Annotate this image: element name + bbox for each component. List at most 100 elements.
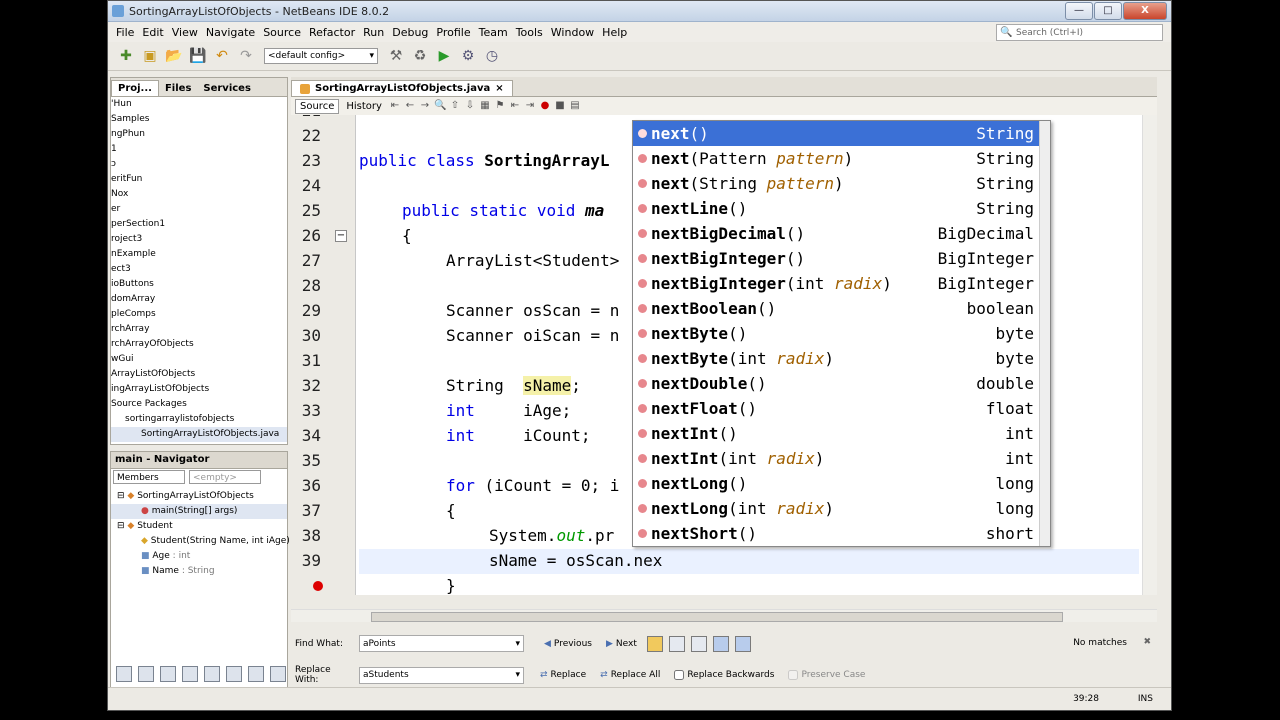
new-project-icon[interactable]: ▣: [140, 46, 160, 66]
tree-item[interactable]: ioButtons: [111, 277, 287, 292]
nav-item[interactable]: ■ Age : int: [111, 549, 287, 564]
next-occurrence-icon[interactable]: ⇩: [464, 100, 476, 112]
next-button[interactable]: ▶ Next: [602, 639, 641, 649]
completion-item[interactable]: next(Pattern pattern) String: [633, 146, 1050, 171]
completion-item[interactable]: next() String: [633, 121, 1050, 146]
maximize-button[interactable]: □: [1094, 2, 1122, 20]
menu-run[interactable]: Run: [359, 26, 388, 39]
record-macro-icon[interactable]: ●: [539, 100, 551, 112]
tree-item[interactable]: pleComps: [111, 307, 287, 322]
wrap-toggle[interactable]: [734, 635, 751, 652]
back-icon[interactable]: ←: [404, 100, 416, 112]
menu-team[interactable]: Team: [475, 26, 512, 39]
tree-item[interactable]: wGui: [111, 352, 287, 367]
tab-services[interactable]: Services: [197, 81, 257, 96]
tree-item[interactable]: perSection1: [111, 217, 287, 232]
whole-words-toggle[interactable]: [668, 635, 685, 652]
menu-debug[interactable]: Debug: [388, 26, 432, 39]
minimize-button[interactable]: —: [1065, 2, 1093, 20]
completion-item[interactable]: nextInt() int: [633, 421, 1050, 446]
tab-files[interactable]: Files: [159, 81, 197, 96]
completion-item[interactable]: nextBigDecimal() BigDecimal: [633, 221, 1050, 246]
close-find-icon[interactable]: ✖: [1143, 637, 1151, 647]
tree-item[interactable]: Samples: [111, 112, 287, 127]
menu-file[interactable]: File: [112, 26, 138, 39]
nav-item[interactable]: ⊟ ◆ SortingArrayListOfObjects: [111, 489, 287, 504]
tree-item[interactable]: ɔ: [111, 157, 287, 172]
menu-window[interactable]: Window: [547, 26, 598, 39]
completion-item[interactable]: nextShort() short: [633, 521, 1050, 546]
nav-item[interactable]: ■ Name : String: [111, 564, 287, 579]
completion-item[interactable]: next(String pattern) String: [633, 171, 1050, 196]
previous-button[interactable]: ◀ Previous: [540, 639, 596, 649]
config-select[interactable]: <default config> ▾: [264, 48, 378, 64]
replace-all-button[interactable]: ⇄ Replace All: [596, 670, 664, 680]
nav-item[interactable]: ● main(String[] args): [111, 504, 287, 519]
prev-occurrence-icon[interactable]: ⇧: [449, 100, 461, 112]
scroll-thumb[interactable]: [371, 612, 1063, 622]
tree-item[interactable]: ingArrayListOfObjects: [111, 382, 287, 397]
empty-filter[interactable]: <empty>: [189, 470, 261, 484]
tree-item-selected[interactable]: SortingArrayListOfObjects.java: [111, 427, 287, 442]
tree-item[interactable]: 1: [111, 142, 287, 157]
tree-item[interactable]: er: [111, 202, 287, 217]
tree-item[interactable]: ArrayListOfObjects: [111, 367, 287, 382]
preserve-case-check[interactable]: [788, 670, 799, 680]
search-box[interactable]: 🔍 Search (Ctrl+I): [996, 24, 1163, 41]
toggle-bookmark-icon[interactable]: ⚑: [494, 100, 506, 112]
debug-icon[interactable]: ⚙: [458, 46, 478, 66]
new-file-icon[interactable]: ✚: [116, 46, 136, 66]
menu-navigate[interactable]: Navigate: [202, 26, 259, 39]
menu-source[interactable]: Source: [259, 26, 305, 39]
completion-item[interactable]: nextBigInteger(int radix) BigInteger: [633, 271, 1050, 296]
completion-item[interactable]: nextLong(int radix) long: [633, 496, 1050, 521]
close-button[interactable]: X: [1123, 2, 1167, 20]
comment-icon[interactable]: ▤: [569, 100, 581, 112]
profile-icon[interactable]: ◷: [482, 46, 502, 66]
preserve-case-checkbox[interactable]: Preserve Case: [784, 670, 869, 680]
tree-item[interactable]: domArray: [111, 292, 287, 307]
tree-item[interactable]: roject3: [111, 232, 287, 247]
last-edit-icon[interactable]: ⇤: [389, 100, 401, 112]
fold-toggle-icon[interactable]: −: [335, 230, 347, 242]
find-icon[interactable]: 🔍: [434, 100, 446, 112]
error-icon[interactable]: [313, 581, 323, 591]
completion-item[interactable]: nextDouble() double: [633, 371, 1050, 396]
regex-toggle[interactable]: [690, 635, 707, 652]
tree-item[interactable]: rchArrayOfObjects: [111, 337, 287, 352]
editor-horizontal-scrollbar[interactable]: [291, 609, 1157, 622]
nav-item[interactable]: ◆ Student(String Name, int iAge): [111, 534, 290, 549]
menu-edit[interactable]: Edit: [138, 26, 167, 39]
completion-item[interactable]: nextLong() long: [633, 471, 1050, 496]
highlight-toggle[interactable]: [712, 635, 729, 652]
tree-item[interactable]: eritFun: [111, 172, 287, 187]
editor-vertical-scrollbar[interactable]: [1142, 115, 1157, 595]
filter-icon[interactable]: [116, 666, 132, 682]
menu-refactor[interactable]: Refactor: [305, 26, 359, 39]
javadoc-icon[interactable]: [248, 666, 264, 682]
replace-backwards-checkbox[interactable]: Replace Backwards: [670, 670, 778, 680]
fqn-icon[interactable]: [226, 666, 242, 682]
build-icon[interactable]: ⚒: [386, 46, 406, 66]
completion-item[interactable]: nextInt(int radix) int: [633, 446, 1050, 471]
tree-item[interactable]: nExample: [111, 247, 287, 262]
clean-build-icon[interactable]: ♻: [410, 46, 430, 66]
fields-icon[interactable]: [138, 666, 154, 682]
menu-view[interactable]: View: [168, 26, 202, 39]
tree-item[interactable]: Nox: [111, 187, 287, 202]
tree-item[interactable]: ngPhun: [111, 127, 287, 142]
completion-scrollbar[interactable]: [1039, 121, 1050, 546]
tab-projects[interactable]: Proj...: [111, 80, 159, 96]
stop-macro-icon[interactable]: ■: [554, 100, 566, 112]
toggle-highlight-icon[interactable]: ▦: [479, 100, 491, 112]
replace-input[interactable]: aStudents ▾: [359, 666, 524, 684]
menu-tools[interactable]: Tools: [512, 26, 547, 39]
run-icon[interactable]: ▶: [434, 46, 454, 66]
completion-item[interactable]: nextLine() String: [633, 196, 1050, 221]
completion-item[interactable]: nextBigInteger() BigInteger: [633, 246, 1050, 271]
match-case-toggle[interactable]: [646, 635, 663, 652]
members-filter[interactable]: Members: [113, 470, 185, 484]
shift-right-icon[interactable]: ⇥: [524, 100, 536, 112]
completion-item[interactable]: nextFloat() float: [633, 396, 1050, 421]
replace-button[interactable]: ⇄ Replace: [536, 670, 590, 680]
